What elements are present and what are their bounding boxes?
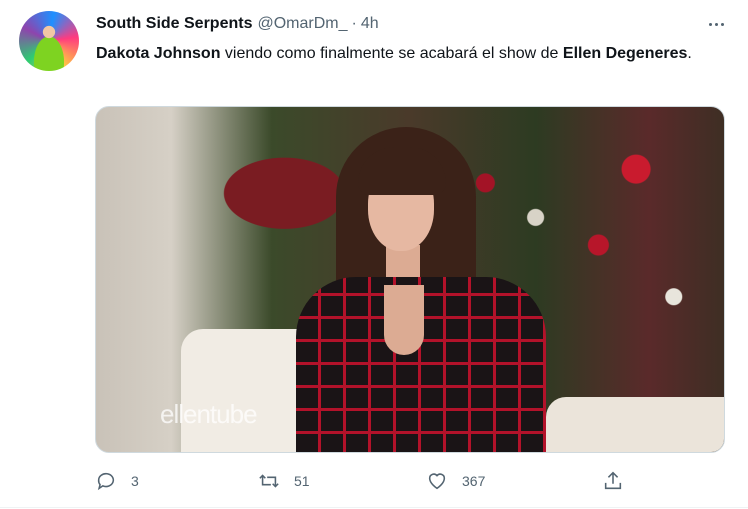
tweet-text: Dakota Johnson viendo como finalmente se… xyxy=(96,42,716,66)
neckline xyxy=(384,285,424,355)
tweet[interactable]: South Side Serpents @OmarDm_ · 4h Dakota… xyxy=(0,0,748,509)
person xyxy=(286,127,556,452)
more-icon[interactable] xyxy=(705,13,727,35)
tweet-actions: 3 51 367 xyxy=(0,466,748,496)
avatar[interactable] xyxy=(19,11,79,71)
user-handle[interactable]: @OmarDm_ xyxy=(257,15,347,33)
share-button[interactable] xyxy=(602,466,624,496)
retweet-button[interactable]: 51 xyxy=(258,466,310,496)
tweet-media[interactable]: ellentube xyxy=(95,106,725,453)
tweet-text-body: viendo como finalmente se acabará el sho… xyxy=(220,45,563,62)
like-button[interactable]: 367 xyxy=(426,466,485,496)
mention-dakota: Dakota Johnson xyxy=(96,45,221,62)
display-name[interactable]: South Side Serpents xyxy=(96,15,252,33)
ellentube-watermark: ellentube xyxy=(160,399,258,429)
like-icon xyxy=(428,473,446,490)
tweet-text-end: . xyxy=(687,45,692,62)
tweet-header: South Side Serpents @OmarDm_ · 4h xyxy=(96,14,379,34)
retweet-count: 51 xyxy=(294,473,310,489)
reply-button[interactable]: 3 xyxy=(95,466,139,496)
reply-icon xyxy=(97,472,115,491)
reply-count: 3 xyxy=(131,473,139,489)
divider xyxy=(0,507,748,508)
separator: · xyxy=(351,15,357,32)
mention-ellen: Ellen Degeneres xyxy=(562,45,688,62)
couch-right xyxy=(546,397,724,452)
share-icon xyxy=(604,471,622,490)
timestamp[interactable]: 4h xyxy=(361,15,379,33)
like-count: 367 xyxy=(462,473,486,489)
retweet-icon xyxy=(259,474,279,488)
